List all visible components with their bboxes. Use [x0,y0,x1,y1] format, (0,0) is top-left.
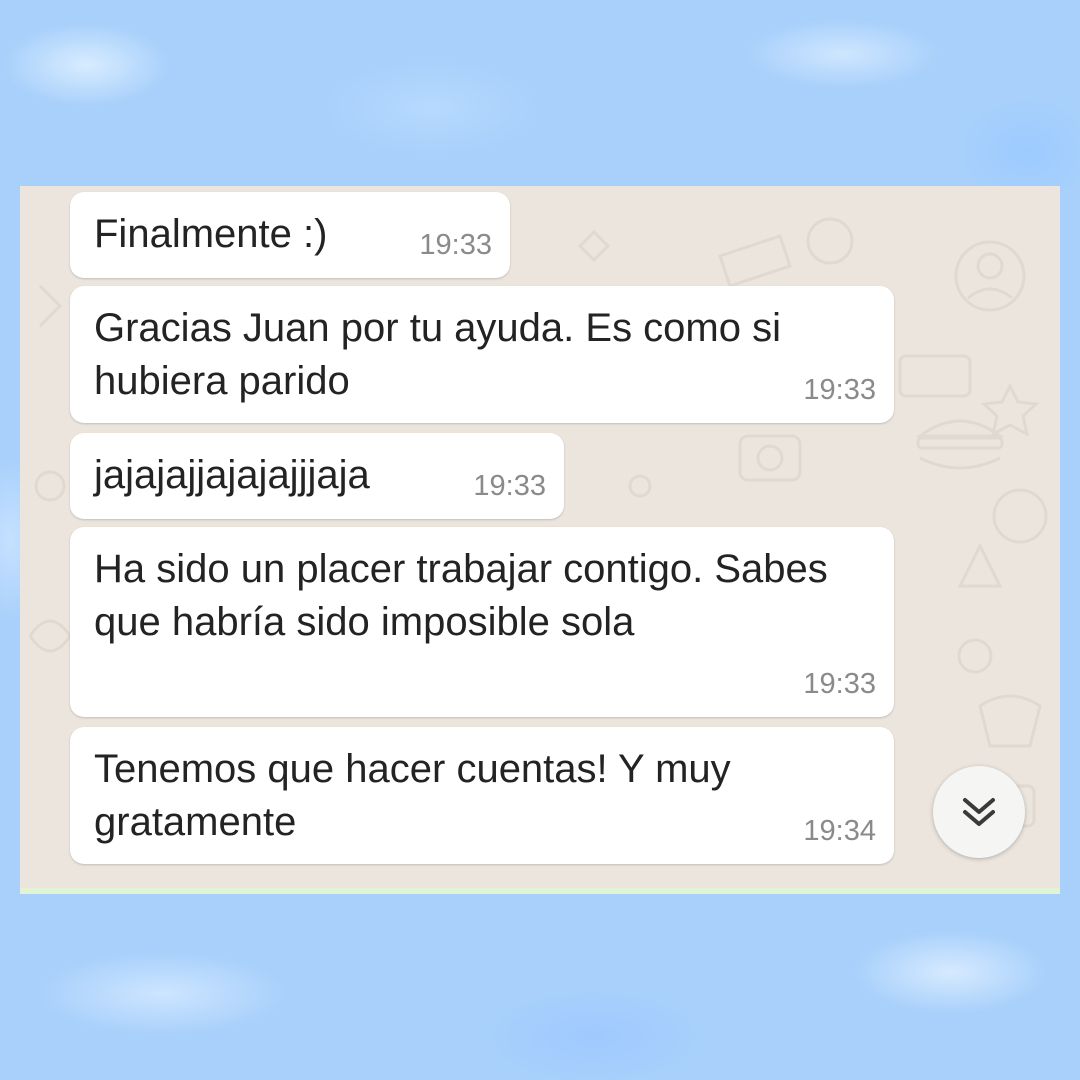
message-text: Gracias Juan por tu ayuda. Es como si hu… [94,306,781,403]
message-bubble[interactable]: jajajajjajajajjjaja 19:33 [70,433,564,519]
message-bubble[interactable]: Ha sido un placer trabajar contigo. Sabe… [70,527,894,717]
message-timestamp: 19:33 [803,668,876,700]
chat-panel: Finalmente :) 19:33 Gracias Juan por tu … [20,186,1060,894]
message-bubble[interactable]: Tenemos que hacer cuentas! Y muy gratame… [70,727,894,864]
message-text: Tenemos que hacer cuentas! Y muy gratame… [94,747,731,844]
message-timestamp: 19:33 [803,374,876,406]
message-bubble[interactable]: Finalmente :) 19:33 [70,192,510,278]
message-bubble[interactable]: Gracias Juan por tu ayuda. Es como si hu… [70,286,894,423]
message-timestamp: 19:33 [473,470,546,502]
message-text: Finalmente :) [94,212,328,256]
message-timestamp: 19:33 [419,229,492,261]
scroll-to-bottom-button[interactable] [933,766,1025,858]
message-timestamp: 19:34 [803,815,876,847]
double-chevron-down-icon [963,798,995,826]
message-text: Ha sido un placer trabajar contigo. Sabe… [94,547,828,644]
message-text: jajajajjajajajjjaja [94,453,370,497]
